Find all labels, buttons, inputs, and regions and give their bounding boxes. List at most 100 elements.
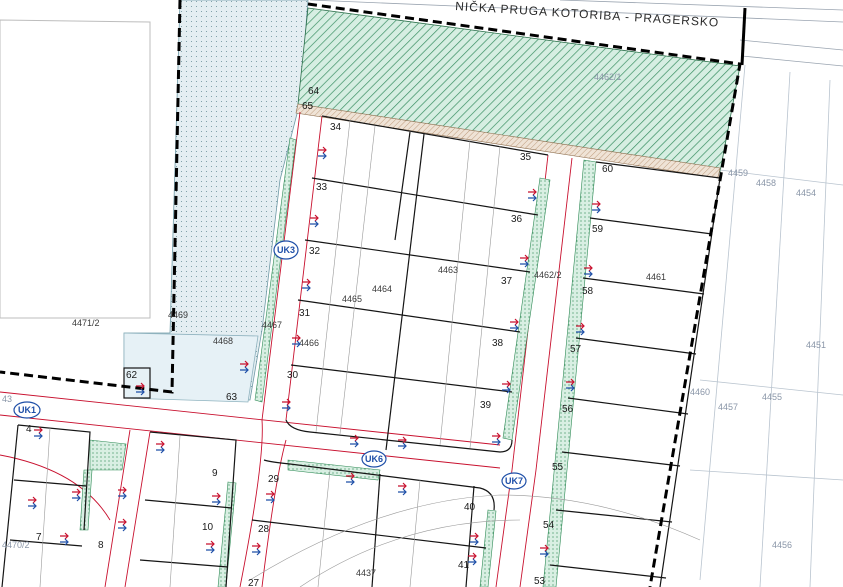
blue-arrow-icon <box>310 220 319 228</box>
lot-60: 60 <box>602 164 614 175</box>
red-arrow-icon <box>156 440 165 448</box>
blue-arrow-icon <box>266 496 275 504</box>
lot-40: 40 <box>464 502 476 513</box>
blue-arrow-icon <box>156 446 165 454</box>
uk7-label: UK7 <box>505 476 523 486</box>
lot-53: 53 <box>534 576 546 587</box>
parcel-4471-2: 4471/2 <box>72 318 100 328</box>
blue-arrow-icon <box>212 498 221 506</box>
red-arrow-icon <box>492 432 501 440</box>
utility-node-uk7[interactable]: UK7 <box>501 472 527 490</box>
parcel-4466: 4466 <box>299 338 319 348</box>
lot-29: 29 <box>268 474 280 485</box>
lot-63: 63 <box>226 392 238 403</box>
red-arrow-icon <box>28 496 37 504</box>
blue-arrow-icon <box>28 502 37 510</box>
uk1-label: UK1 <box>18 405 36 415</box>
parcel-43: 43 <box>2 394 12 404</box>
red-arrow-icon <box>310 214 319 222</box>
lot-9: 9 <box>212 468 218 479</box>
red-arrow-icon <box>34 426 43 434</box>
blue-arrow-icon <box>468 558 477 566</box>
parcel-4463: 4463 <box>438 265 458 275</box>
lot-55: 55 <box>552 462 564 473</box>
parcel-4468: 4468 <box>213 336 233 346</box>
parcel-4462-2: 4462/2 <box>534 270 562 280</box>
lot-54: 54 <box>543 520 555 531</box>
blue-arrow-icon <box>282 404 291 412</box>
parcel-4455: 4455 <box>762 392 782 402</box>
lot-62: 62 <box>126 370 138 381</box>
utility-node-uk6[interactable]: UK6 <box>361 450 387 468</box>
blue-arrow-icon <box>470 538 479 546</box>
blue-arrow-icon <box>350 440 359 448</box>
lot-38: 38 <box>492 338 504 349</box>
parcel-4451: 4451 <box>806 340 826 350</box>
parcel-4459: 4459 <box>728 168 748 178</box>
blue-arrow-icon <box>302 284 311 292</box>
lot-8: 8 <box>98 540 104 551</box>
blue-arrow-icon <box>510 324 519 332</box>
parcel-4460: 4460 <box>690 387 710 397</box>
parcel-4437: 4437 <box>356 568 376 578</box>
blue-arrow-icon <box>398 442 407 450</box>
lot-58: 58 <box>582 286 594 297</box>
parcel-4461: 4461 <box>646 272 666 282</box>
parcel-4462-1: 4462/1 <box>594 72 622 82</box>
utility-node-uk1[interactable]: UK1 <box>13 401 41 419</box>
lot-31: 31 <box>299 308 311 319</box>
blue-arrow-icon <box>520 260 529 268</box>
uk6-label: UK6 <box>365 454 383 464</box>
lot-39: 39 <box>480 400 492 411</box>
blue-arrow-icon <box>72 494 81 502</box>
parcel-4465: 4465 <box>342 294 362 304</box>
blue-arrow-icon <box>34 432 43 440</box>
lot-36: 36 <box>511 214 523 225</box>
red-arrow-icon <box>118 486 127 494</box>
lot-33: 33 <box>316 182 328 193</box>
map-canvas: NIČKA PRUGA KOTORIBA - PRAGERSKO 4462/1 … <box>0 0 843 587</box>
red-arrow-icon <box>118 518 127 526</box>
lot-59: 59 <box>592 224 604 235</box>
red-arrow-icon <box>318 146 327 154</box>
blue-arrow-icon <box>528 194 537 202</box>
red-arrow-icon <box>510 318 519 326</box>
red-arrow-icon <box>502 380 511 388</box>
blue-arrow-icon <box>592 206 601 214</box>
blue-arrow-icon <box>346 478 355 486</box>
red-arrow-icon <box>528 188 537 196</box>
left-zone <box>0 0 180 390</box>
utility-node-uk3[interactable]: UK3 <box>273 240 299 260</box>
lot-34: 34 <box>330 122 342 133</box>
red-arrow-icon <box>302 278 311 286</box>
red-arrow-icon <box>592 200 601 208</box>
uk3-label: UK3 <box>277 245 295 255</box>
lot-57: 57 <box>570 344 582 355</box>
parcel-4469: 4469 <box>168 310 188 320</box>
lot-41: 41 <box>458 560 470 571</box>
parcel-4456: 4456 <box>772 540 792 550</box>
blue-arrow-icon <box>318 152 327 160</box>
cadastral-map: NIČKA PRUGA KOTORIBA - PRAGERSKO 4462/1 … <box>0 0 843 587</box>
parcel-4457: 4457 <box>718 402 738 412</box>
red-arrow-icon <box>212 492 221 500</box>
blue-arrow-icon <box>206 546 215 554</box>
red-arrow-icon <box>206 540 215 548</box>
parcel-4458: 4458 <box>756 178 776 188</box>
lot-32: 32 <box>309 246 321 257</box>
parcel-4467: 4467 <box>262 320 282 330</box>
lot-4: 4 <box>26 424 32 435</box>
blue-arrow-icon <box>118 524 127 532</box>
red-arrow-icon <box>520 254 529 262</box>
lot-28: 28 <box>258 524 270 535</box>
lot-27: 27 <box>248 578 260 587</box>
lot-35: 35 <box>520 152 532 163</box>
red-arrow-icon <box>252 542 261 550</box>
lot-30: 30 <box>287 370 299 381</box>
red-arrow-icon <box>398 482 407 490</box>
red-arrow-icon <box>72 488 81 496</box>
parcel-4464: 4464 <box>372 284 392 294</box>
lot-37: 37 <box>501 276 513 287</box>
parcel-4470-2: 4470/2 <box>2 540 30 550</box>
blue-arrow-icon <box>398 488 407 496</box>
